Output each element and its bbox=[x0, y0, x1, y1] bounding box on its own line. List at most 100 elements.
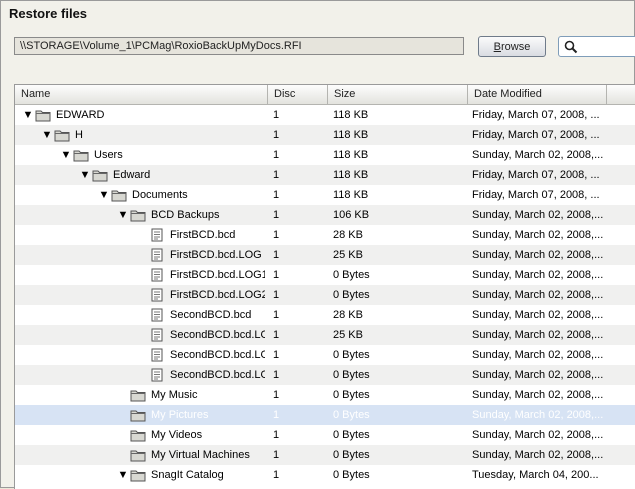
search-input[interactable] bbox=[558, 36, 635, 57]
expand-arrow-icon[interactable]: ▼ bbox=[97, 185, 111, 205]
cell-name: SecondBCD.bcd.LO... bbox=[15, 365, 265, 385]
cell-disc: 1 bbox=[273, 389, 280, 401]
arrow-spacer bbox=[135, 265, 149, 285]
file-icon bbox=[149, 248, 165, 262]
grid-header: Name Disc Size Date Modified bbox=[15, 85, 635, 105]
restore-files-window: Restore files \\STORAGE\Volume_1\PCMag\R… bbox=[0, 0, 635, 489]
file-icon bbox=[149, 288, 165, 302]
table-row[interactable]: SecondBCD.bcd.LO... 1 0 Bytes Sunday, March… bbox=[15, 365, 635, 385]
cell-disc: 1 bbox=[273, 209, 280, 221]
cell-date: Sunday, March 02, 2008,... bbox=[472, 229, 604, 241]
item-name: H bbox=[75, 129, 83, 141]
cell-disc: 1 bbox=[273, 169, 280, 181]
cell-date: Sunday, March 02, 2008,... bbox=[472, 309, 604, 321]
cell-date: Sunday, March 02, 2008,... bbox=[472, 409, 604, 421]
cell-disc: 1 bbox=[273, 129, 280, 141]
file-tree-grid[interactable]: Name Disc Size Date Modified ▼ EDWARD 1 118… bbox=[14, 84, 635, 489]
expand-arrow-icon[interactable]: ▼ bbox=[59, 145, 73, 165]
cell-size: 28 KB bbox=[333, 229, 363, 241]
expand-arrow-icon[interactable]: ▼ bbox=[78, 165, 92, 185]
cell-name: FirstBCD.bcd bbox=[15, 225, 265, 245]
table-row[interactable]: FirstBCD.bcd 1 28 KB Sunday, March 02, 2008… bbox=[15, 225, 635, 245]
cell-date: Sunday, March 02, 2008,... bbox=[472, 449, 604, 461]
table-row[interactable]: SecondBCD.bcd.LO... 1 0 Bytes Sunday, March… bbox=[15, 345, 635, 365]
item-name: Documents bbox=[132, 189, 188, 201]
item-name: SnagIt Catalog bbox=[151, 469, 224, 481]
browse-button[interactable]: Browse bbox=[478, 36, 546, 57]
table-row[interactable]: ▼ BCD Backups 1 106 KB Sunday, March 02, 200… bbox=[15, 205, 635, 225]
cell-name: ▼ Users bbox=[15, 145, 265, 165]
item-name: FirstBCD.bcd.LOG bbox=[170, 249, 262, 261]
cell-date: Sunday, March 02, 2008,... bbox=[472, 329, 604, 341]
table-row[interactable]: ▼ H 1 118 KB Friday, March 07, 2008, ... bbox=[15, 125, 635, 145]
expand-arrow-icon[interactable]: ▼ bbox=[116, 465, 130, 485]
expand-arrow-icon[interactable]: ▼ bbox=[21, 105, 35, 125]
cell-name: SecondBCD.bcd.LO... bbox=[15, 345, 265, 365]
cell-disc: 1 bbox=[273, 329, 280, 341]
cell-date: Sunday, March 02, 2008,... bbox=[472, 149, 604, 161]
cell-size: 0 Bytes bbox=[333, 349, 370, 361]
column-header-size[interactable]: Size bbox=[328, 85, 468, 104]
cell-size: 0 Bytes bbox=[333, 409, 370, 421]
table-row[interactable]: SecondBCD.bcd 1 28 KB Sunday, March 02, 200… bbox=[15, 305, 635, 325]
item-name: FirstBCD.bcd bbox=[170, 229, 236, 241]
cell-name: SecondBCD.bcd.LOG bbox=[15, 325, 265, 345]
folder-icon bbox=[111, 188, 127, 202]
file-icon bbox=[149, 308, 165, 322]
table-row[interactable]: My Videos 1 0 Bytes Sunday, March 02, 2008,… bbox=[15, 425, 635, 445]
folder-icon bbox=[130, 448, 146, 462]
table-row[interactable]: ▼ Edward 1 118 KB Friday, March 07, 2008, ..… bbox=[15, 165, 635, 185]
column-header-date-modified[interactable]: Date Modified bbox=[468, 85, 607, 104]
table-row[interactable]: FirstBCD.bcd.LOG1 1 0 Bytes Sunday, March 0… bbox=[15, 265, 635, 285]
table-row[interactable]: FirstBCD.bcd.LOG2 1 0 Bytes Sunday, March 0… bbox=[15, 285, 635, 305]
item-name: BCD Backups bbox=[151, 209, 220, 221]
folder-icon bbox=[130, 208, 146, 222]
table-row[interactable]: My Virtual Machines 1 0 Bytes Sunday, March… bbox=[15, 445, 635, 465]
cell-name: My Videos bbox=[15, 425, 265, 445]
expand-arrow-icon[interactable]: ▼ bbox=[40, 125, 54, 145]
column-header-disc[interactable]: Disc bbox=[268, 85, 328, 104]
arrow-spacer bbox=[135, 245, 149, 265]
cell-date: Sunday, March 02, 2008,... bbox=[472, 269, 604, 281]
table-row[interactable]: ▼ Users 1 118 KB Sunday, March 02, 2008,... bbox=[15, 145, 635, 165]
table-row[interactable]: My Music 1 0 Bytes Sunday, March 02, 2008,.… bbox=[15, 385, 635, 405]
cell-size: 0 Bytes bbox=[333, 449, 370, 461]
arrow-spacer bbox=[116, 405, 130, 425]
table-row[interactable]: ▼ Documents 1 118 KB Friday, March 07, 2008,… bbox=[15, 185, 635, 205]
arrow-spacer bbox=[135, 225, 149, 245]
folder-icon bbox=[130, 388, 146, 402]
window-title: Restore files bbox=[9, 6, 88, 21]
arrow-spacer bbox=[135, 345, 149, 365]
table-row[interactable]: FirstBCD.bcd.LOG 1 25 KB Sunday, March 02, … bbox=[15, 245, 635, 265]
item-name: FirstBCD.bcd.LOG2 bbox=[170, 289, 265, 301]
file-icon bbox=[149, 368, 165, 382]
cell-size: 0 Bytes bbox=[333, 369, 370, 381]
cell-disc: 1 bbox=[273, 409, 280, 421]
table-row[interactable]: ▼ SnagIt Catalog 1 0 Bytes Tuesday, March 04… bbox=[15, 465, 635, 485]
cell-disc: 1 bbox=[273, 229, 280, 241]
cell-date: Sunday, March 02, 2008,... bbox=[472, 209, 604, 221]
column-header-name[interactable]: Name bbox=[15, 85, 268, 104]
table-row[interactable]: SecondBCD.bcd.LOG 1 25 KB Sunday, March 02,… bbox=[15, 325, 635, 345]
cell-size: 118 KB bbox=[333, 129, 369, 141]
cell-disc: 1 bbox=[273, 289, 280, 301]
expand-arrow-icon[interactable]: ▼ bbox=[116, 205, 130, 225]
arrow-spacer bbox=[135, 325, 149, 345]
table-row[interactable]: ▼ EDWARD 1 118 KB Friday, March 07, 2008, ..… bbox=[15, 105, 635, 125]
cell-disc: 1 bbox=[273, 189, 280, 201]
cell-disc: 1 bbox=[273, 369, 280, 381]
cell-size: 118 KB bbox=[333, 169, 369, 181]
browse-button-accesskey: B bbox=[493, 40, 501, 53]
backup-path-field[interactable]: \\STORAGE\Volume_1\PCMag\RoxioBackUpMyDo… bbox=[14, 37, 464, 55]
cell-date: Friday, March 07, 2008, ... bbox=[472, 169, 600, 181]
browse-button-label: rowse bbox=[501, 40, 531, 53]
cell-date: Friday, March 07, 2008, ... bbox=[472, 129, 600, 141]
cell-date: Sunday, March 02, 2008,... bbox=[472, 289, 604, 301]
item-name: Users bbox=[94, 149, 123, 161]
cell-name: My Virtual Machines bbox=[15, 445, 265, 465]
cell-disc: 1 bbox=[273, 469, 280, 481]
table-row[interactable]: My Pictures 1 0 Bytes Sunday, March 02, 200… bbox=[15, 405, 635, 425]
cell-name: ▼ BCD Backups bbox=[15, 205, 265, 225]
cell-name: My Pictures bbox=[15, 405, 265, 425]
folder-icon bbox=[35, 108, 51, 122]
